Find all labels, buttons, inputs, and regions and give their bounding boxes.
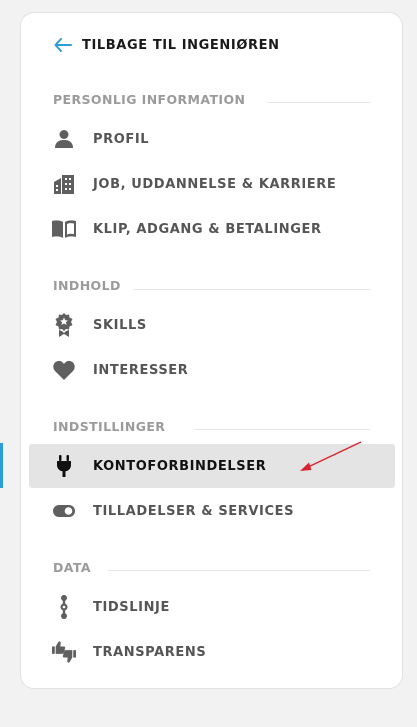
back-link-label: TILBAGE TIL INGENIØREN xyxy=(82,37,280,53)
nav-item-label: KLIP, ADGANG & BETALINGER xyxy=(93,221,322,237)
section-divider xyxy=(134,289,370,290)
settings-nav-card: TILBAGE TIL INGENIØREN PERSONLIG INFORMA… xyxy=(20,12,403,689)
thumbs-up-down-icon xyxy=(52,640,76,664)
building-icon xyxy=(52,172,76,196)
nav-item-profil[interactable]: PROFIL xyxy=(29,117,395,161)
award-badge-icon xyxy=(52,313,76,337)
nav-item-label: TRANSPARENS xyxy=(93,644,207,660)
nav-item-label: KONTOFORBINDELSER xyxy=(93,458,267,474)
toggle-icon xyxy=(52,499,76,523)
section-title-indhold: INDHOLD xyxy=(53,278,121,293)
nav-item-kontoforbindelser[interactable]: KONTOFORBINDELSER xyxy=(29,444,395,488)
nav-item-interesser[interactable]: INTERESSER xyxy=(29,348,395,392)
nav-item-transparens[interactable]: TRANSPARENS xyxy=(29,630,395,674)
section-divider xyxy=(194,429,370,430)
nav-item-klip-adgang-betalinger[interactable]: KLIP, ADGANG & BETALINGER xyxy=(29,207,395,251)
nav-item-job-uddannelse-karriere[interactable]: JOB, UDDANNELSE & KARRIERE xyxy=(29,162,395,206)
section-title-personlig-information: PERSONLIG INFORMATION xyxy=(53,92,246,107)
back-to-ingenioren-link[interactable]: TILBAGE TIL INGENIØREN xyxy=(54,33,280,57)
active-indicator-bar xyxy=(0,443,3,488)
nav-item-label: SKILLS xyxy=(93,317,147,333)
section-title-indstillinger: INDSTILLINGER xyxy=(53,419,166,434)
book-icon xyxy=(52,217,76,241)
plug-icon xyxy=(52,454,76,478)
section-divider xyxy=(267,102,370,103)
nav-item-label: TIDSLINJE xyxy=(93,599,170,615)
section-title-data: DATA xyxy=(53,560,91,575)
nav-item-label: INTERESSER xyxy=(93,362,189,378)
nav-item-label: JOB, UDDANNELSE & KARRIERE xyxy=(93,176,337,192)
person-icon xyxy=(52,127,76,151)
timeline-icon xyxy=(52,595,76,619)
nav-item-label: TILLADELSER & SERVICES xyxy=(93,503,295,519)
nav-item-tilladelser-services[interactable]: TILLADELSER & SERVICES xyxy=(29,489,395,533)
section-divider xyxy=(108,570,370,571)
nav-item-label: PROFIL xyxy=(93,131,150,147)
nav-item-tidslinje[interactable]: TIDSLINJE xyxy=(29,585,395,629)
heart-icon xyxy=(52,358,76,382)
arrow-left-icon xyxy=(54,38,72,52)
nav-item-skills[interactable]: SKILLS xyxy=(29,303,395,347)
